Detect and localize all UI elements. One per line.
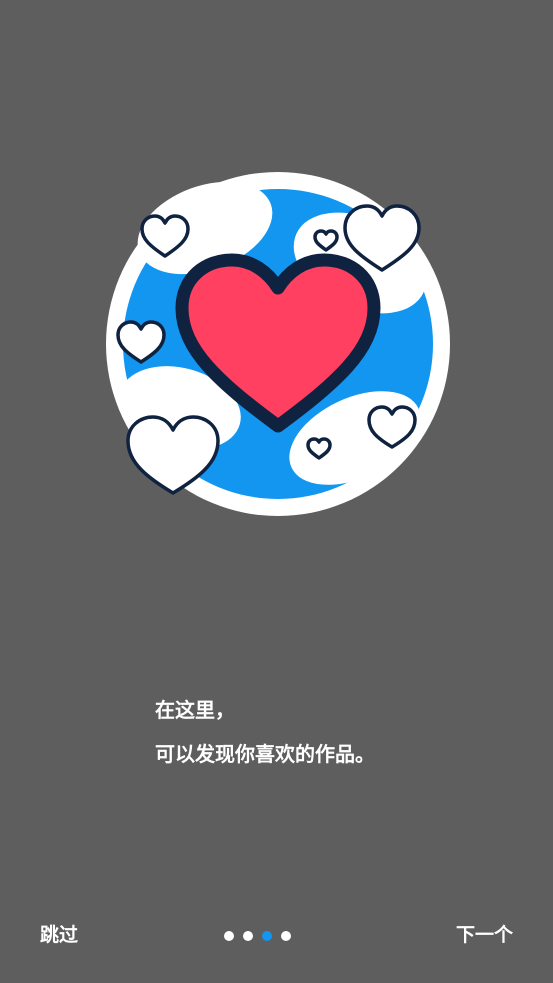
- onboarding-message: 在这里， 可以发现你喜欢的作品。: [155, 688, 375, 776]
- page-dot-4: [281, 931, 291, 941]
- page-dot-2: [243, 931, 253, 941]
- skip-button[interactable]: 跳过: [40, 920, 78, 947]
- page-indicator: [224, 931, 291, 941]
- page-dot-3-active: [262, 931, 272, 941]
- message-line-2: 可以发现你喜欢的作品。: [155, 742, 375, 766]
- page-dot-1: [224, 931, 234, 941]
- onboarding-screen: 在这里， 可以发现你喜欢的作品。 跳过 下一个: [0, 0, 553, 983]
- message-line-1: 在这里，: [155, 698, 235, 722]
- heart-illustration-icon: [106, 172, 450, 516]
- next-button[interactable]: 下一个: [456, 920, 513, 947]
